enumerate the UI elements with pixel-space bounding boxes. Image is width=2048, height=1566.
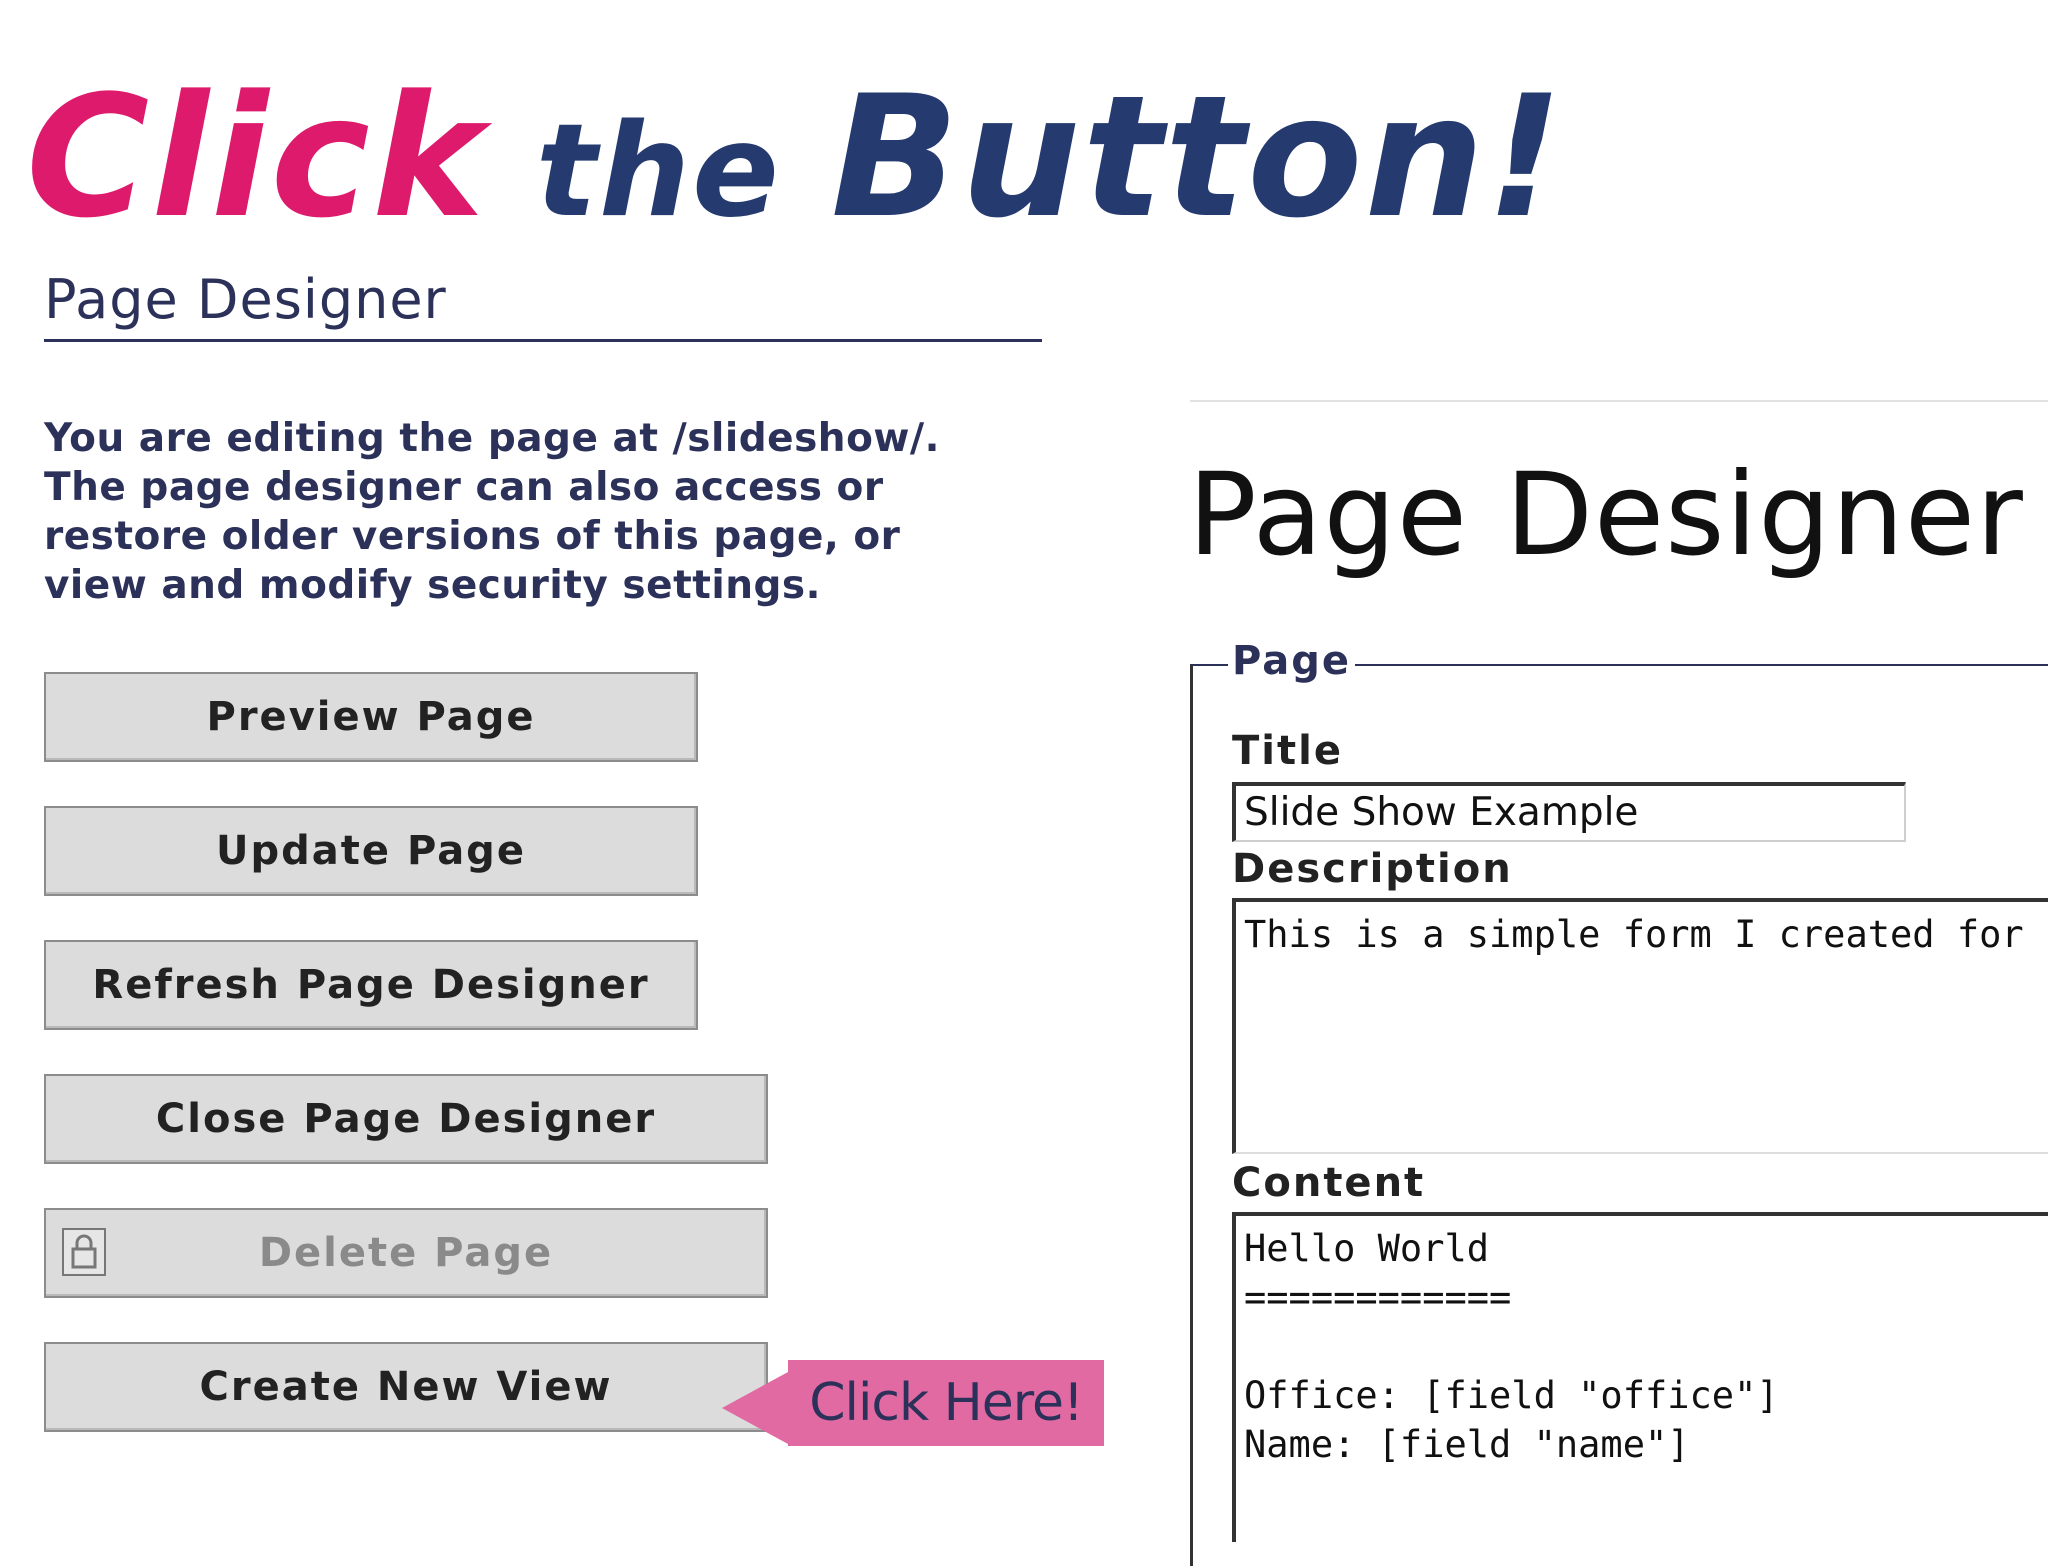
description-label: Description (1232, 846, 1513, 892)
content-line: ============ (1244, 1276, 1512, 1319)
intro-line: view and modify security settings. (44, 563, 821, 608)
create-new-view-button[interactable]: Create New View (44, 1342, 768, 1432)
update-page-button[interactable]: Update Page (44, 806, 698, 896)
fieldset-legend: Page (1228, 638, 1355, 684)
left-panel-title: Page Designer (44, 268, 1042, 342)
content-line: Hello World (1244, 1227, 1490, 1270)
refresh-page-designer-label: Refresh Page Designer (92, 962, 650, 1008)
headline-the: the (535, 97, 781, 246)
divider (1190, 400, 2048, 402)
headline-click: Click (26, 59, 486, 255)
close-page-designer-button[interactable]: Close Page Designer (44, 1074, 768, 1164)
content-label: Content (1232, 1160, 1426, 1206)
content-line: Name: [field "name"] (1244, 1423, 1690, 1466)
intro-line: You are editing the page at /slideshow/. (44, 416, 940, 461)
preview-page-button[interactable]: Preview Page (44, 672, 698, 762)
update-page-label: Update Page (216, 828, 526, 874)
intro-text: You are editing the page at /slideshow/.… (44, 414, 1004, 610)
create-new-view-label: Create New View (199, 1364, 613, 1410)
callout-arrow-icon (722, 1372, 788, 1444)
intro-line: restore older versions of this page, or (44, 514, 901, 559)
right-panel-title: Page Designer (1188, 448, 2024, 581)
intro-line: The page designer can also access or (44, 465, 884, 510)
headline: Click the Button! (26, 62, 1565, 252)
headline-button: Button! (830, 59, 1565, 255)
lock-icon (62, 1228, 106, 1276)
close-page-designer-label: Close Page Designer (155, 1096, 657, 1142)
title-input[interactable]: Slide Show Example (1232, 782, 1906, 842)
refresh-page-designer-button[interactable]: Refresh Page Designer (44, 940, 698, 1030)
delete-page-label: Delete Page (258, 1230, 554, 1276)
content-textarea[interactable]: Hello World ============ Office: [field "… (1232, 1212, 2048, 1542)
description-textarea[interactable]: This is a simple form I created for (1232, 898, 2048, 1154)
preview-page-label: Preview Page (206, 694, 536, 740)
title-label: Title (1232, 728, 1343, 774)
content-line: Office: [field "office"] (1244, 1374, 1779, 1417)
content-line (1244, 1322, 2048, 1371)
delete-page-button[interactable]: Delete Page (44, 1208, 768, 1298)
click-here-callout: Click Here! (788, 1360, 1104, 1446)
